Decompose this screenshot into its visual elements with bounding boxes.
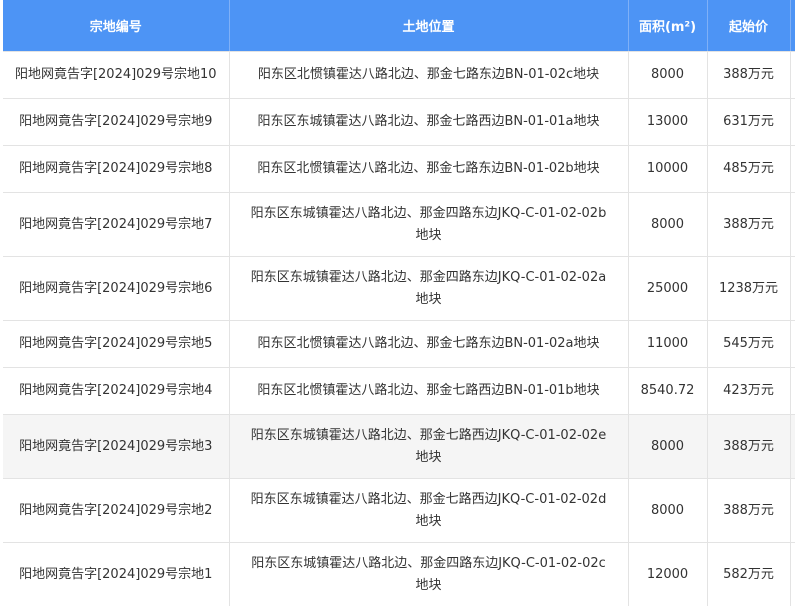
cell-area: 13000 [628,98,708,146]
table-row: 阳地网竟告字[2024]029号宗地7 阳东区东城镇霍达八路北边、那金四路东边J… [3,192,795,257]
cell-price: 631万元 [707,98,791,146]
cell-location-text: 阳东区东城镇霍达八路北边、那金七路西边JKQ-C-01-02-02e地块 [250,427,607,465]
table-row: 阳地网竟告字[2024]029号宗地1 阳东区东城镇霍达八路北边、那金四路东边J… [3,542,795,606]
header-location: 土地位置 [229,0,629,52]
cell-location: 阳东区东城镇霍达八路北边、那金七路西边JKQ-C-01-02-02d地块 [229,478,629,543]
cell-location: 阳东区东城镇霍达八路北边、那金七路西边JKQ-C-01-02-02e地块 [229,414,629,479]
land-parcel-table: 宗地编号 土地位置 面积(m²) 起始价 阳地网竟告字[2024]029号宗地1… [3,0,795,606]
cell-extra [790,145,795,193]
cell-area: 8000 [628,414,708,479]
table-row: 阳地网竟告字[2024]029号宗地3 阳东区东城镇霍达八路北边、那金七路西边J… [3,414,795,479]
cell-location-text: 阳东区北惯镇霍达八路北边、那金七路东边BN-01-02a地块 [257,336,600,351]
cell-price: 388万元 [707,51,791,99]
cell-parcel-id: 阳地网竟告字[2024]029号宗地4 [3,367,230,415]
cell-parcel-id: 阳地网竟告字[2024]029号宗地2 [3,478,230,543]
cell-area: 8000 [628,51,708,99]
cell-location: 阳东区东城镇霍达八路北边、那金七路西边BN-01-01a地块 [229,98,629,146]
cell-extra [790,542,795,606]
header-parcel-id: 宗地编号 [3,0,230,52]
header-extra [790,0,795,52]
cell-location-text: 阳东区北惯镇霍达八路北边、那金七路东边BN-01-02c地块 [257,67,600,82]
table-row: 阳地网竟告字[2024]029号宗地6 阳东区东城镇霍达八路北边、那金四路东边J… [3,256,795,321]
cell-area: 8000 [628,192,708,257]
header-row: 宗地编号 土地位置 面积(m²) 起始价 [3,0,795,52]
cell-extra [790,192,795,257]
land-parcel-table-wrapper[interactable]: 宗地编号 土地位置 面积(m²) 起始价 阳地网竟告字[2024]029号宗地1… [0,0,795,606]
cell-location: 阳东区东城镇霍达八路北边、那金四路东边JKQ-C-01-02-02a地块 [229,256,629,321]
cell-extra [790,367,795,415]
cell-location-text: 阳东区东城镇霍达八路北边、那金七路西边BN-01-01a地块 [257,114,600,129]
cell-parcel-id: 阳地网竟告字[2024]029号宗地8 [3,145,230,193]
cell-location-text: 阳东区东城镇霍达八路北边、那金四路东边JKQ-C-01-02-02c地块 [251,555,606,593]
cell-location-text: 阳东区东城镇霍达八路北边、那金四路东边JKQ-C-01-02-02a地块 [250,269,607,307]
cell-location-text: 阳东区北惯镇霍达八路北边、那金七路西边BN-01-01b地块 [257,383,600,398]
cell-area: 10000 [628,145,708,193]
cell-location-text: 阳东区北惯镇霍达八路北边、那金七路东边BN-01-02b地块 [257,161,600,176]
cell-extra [790,51,795,99]
cell-location-text: 阳东区东城镇霍达八路北边、那金七路西边JKQ-C-01-02-02d地块 [250,491,607,529]
cell-parcel-id: 阳地网竟告字[2024]029号宗地1 [3,542,230,606]
cell-extra [790,98,795,146]
cell-area: 25000 [628,256,708,321]
cell-price: 545万元 [707,320,791,368]
cell-price: 1238万元 [707,256,791,321]
cell-location: 阳东区北惯镇霍达八路北边、那金七路东边BN-01-02b地块 [229,145,629,193]
cell-parcel-id: 阳地网竟告字[2024]029号宗地3 [3,414,230,479]
cell-area: 8540.72 [628,367,708,415]
cell-extra [790,256,795,321]
cell-location: 阳东区北惯镇霍达八路北边、那金七路东边BN-01-02a地块 [229,320,629,368]
cell-price: 582万元 [707,542,791,606]
cell-location: 阳东区东城镇霍达八路北边、那金四路东边JKQ-C-01-02-02b地块 [229,192,629,257]
table-row: 阳地网竟告字[2024]029号宗地10 阳东区北惯镇霍达八路北边、那金七路东边… [3,51,795,99]
cell-price: 388万元 [707,478,791,543]
cell-parcel-id: 阳地网竟告字[2024]029号宗地7 [3,192,230,257]
cell-price: 485万元 [707,145,791,193]
table-row: 阳地网竟告字[2024]029号宗地9 阳东区东城镇霍达八路北边、那金七路西边B… [3,98,795,146]
cell-parcel-id: 阳地网竟告字[2024]029号宗地9 [3,98,230,146]
cell-parcel-id: 阳地网竟告字[2024]029号宗地5 [3,320,230,368]
cell-extra [790,414,795,479]
cell-parcel-id: 阳地网竟告字[2024]029号宗地6 [3,256,230,321]
header-area: 面积(m²) [628,0,708,52]
cell-location-text: 阳东区东城镇霍达八路北边、那金四路东边JKQ-C-01-02-02b地块 [250,205,607,243]
table-row: 阳地网竟告字[2024]029号宗地8 阳东区北惯镇霍达八路北边、那金七路东边B… [3,145,795,193]
table-row: 阳地网竟告字[2024]029号宗地5 阳东区北惯镇霍达八路北边、那金七路东边B… [3,320,795,368]
table-body: 阳地网竟告字[2024]029号宗地10 阳东区北惯镇霍达八路北边、那金七路东边… [3,51,795,606]
table-header: 宗地编号 土地位置 面积(m²) 起始价 [3,0,795,52]
cell-extra [790,320,795,368]
table-row: 阳地网竟告字[2024]029号宗地4 阳东区北惯镇霍达八路北边、那金七路西边B… [3,367,795,415]
cell-price: 423万元 [707,367,791,415]
cell-location: 阳东区东城镇霍达八路北边、那金四路东边JKQ-C-01-02-02c地块 [229,542,629,606]
cell-area: 8000 [628,478,708,543]
cell-price: 388万元 [707,414,791,479]
table-row: 阳地网竟告字[2024]029号宗地2 阳东区东城镇霍达八路北边、那金七路西边J… [3,478,795,543]
cell-parcel-id: 阳地网竟告字[2024]029号宗地10 [3,51,230,99]
header-starting-price: 起始价 [707,0,791,52]
cell-location: 阳东区北惯镇霍达八路北边、那金七路西边BN-01-01b地块 [229,367,629,415]
cell-price: 388万元 [707,192,791,257]
cell-area: 12000 [628,542,708,606]
cell-extra [790,478,795,543]
cell-location: 阳东区北惯镇霍达八路北边、那金七路东边BN-01-02c地块 [229,51,629,99]
cell-area: 11000 [628,320,708,368]
